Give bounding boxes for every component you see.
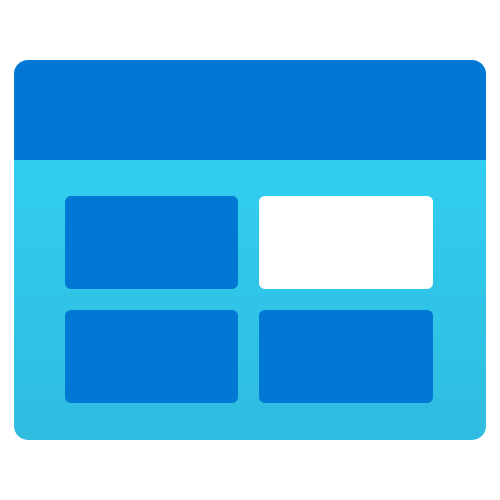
table-cell-bottom-right: [259, 310, 433, 403]
icon-canvas: [0, 0, 500, 500]
window-header-bar: [14, 60, 486, 160]
table-cell-top-right: [259, 196, 433, 289]
storage-table-icon: [14, 60, 486, 440]
table-cell-top-left: [65, 196, 238, 289]
table-cell-bottom-left: [65, 310, 238, 403]
